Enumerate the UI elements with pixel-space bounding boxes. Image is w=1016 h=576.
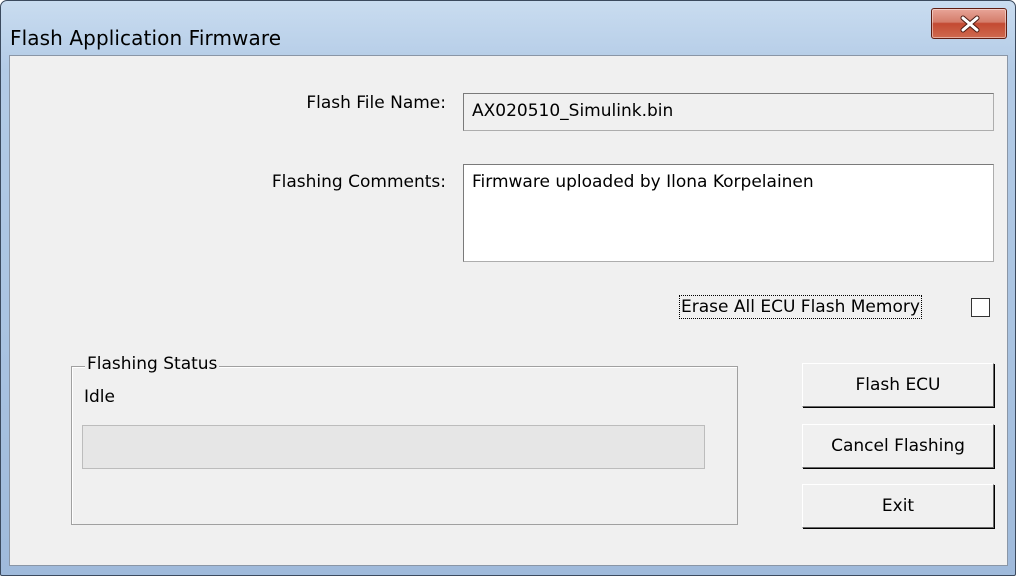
flashing-status-title: Flashing Status xyxy=(85,354,220,374)
close-button[interactable] xyxy=(931,8,1007,39)
erase-flash-memory-checkbox[interactable] xyxy=(971,298,990,317)
window-title: Flash Application Firmware xyxy=(10,26,282,50)
close-x-icon xyxy=(960,15,980,33)
dialog-window: Flash Application Firmware Flash File Na… xyxy=(0,0,1016,576)
exit-button[interactable]: Exit xyxy=(802,484,994,528)
dialog-client-area: Flash File Name: AX020510_Simulink.bin F… xyxy=(9,55,1008,566)
flashing-comments-label: Flashing Comments: xyxy=(271,172,446,192)
cancel-flashing-button[interactable]: Cancel Flashing xyxy=(802,424,994,468)
flashing-status-text: Idle xyxy=(84,387,115,407)
flashing-comments-textarea[interactable]: Firmware uploaded by Ilona Korpelainen xyxy=(463,164,994,262)
flash-ecu-button[interactable]: Flash ECU xyxy=(802,363,994,407)
flash-file-name-label: Flash File Name: xyxy=(306,93,446,113)
erase-flash-memory-label[interactable]: Erase All ECU Flash Memory xyxy=(679,295,922,319)
flashing-progress-bar xyxy=(82,425,705,469)
flash-file-name-field[interactable]: AX020510_Simulink.bin xyxy=(463,93,994,131)
